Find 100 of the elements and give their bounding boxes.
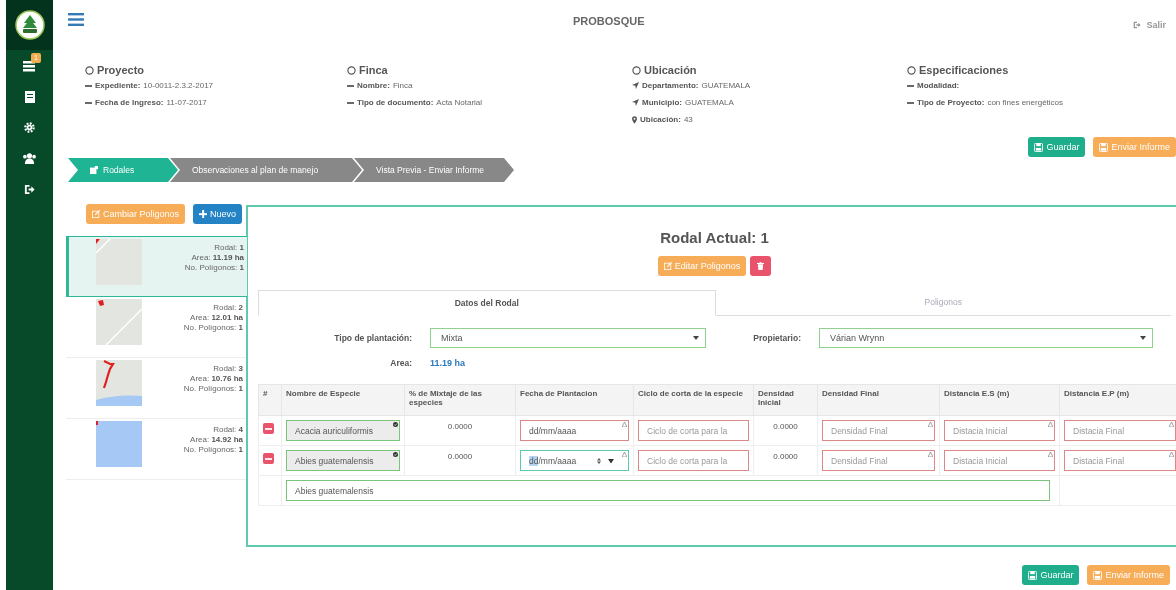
settings-icon[interactable] <box>24 122 35 133</box>
column-header: % de Mixtaje de las especies <box>404 384 516 416</box>
warning-icon <box>622 452 627 457</box>
tab[interactable]: Datos del Rodal <box>258 290 716 316</box>
circle-icon <box>907 65 916 75</box>
rodal-list-item[interactable]: Rodal: 3 Area: 10.76 ha No. Polígonos: 1 <box>66 358 246 419</box>
rodal-area: Area: 10.76 ha <box>190 374 243 384</box>
circle-icon <box>347 65 356 75</box>
warning-icon <box>1169 422 1174 427</box>
table-cell: 0.0000 <box>404 445 516 476</box>
menu-icon[interactable] <box>68 12 84 26</box>
change-polygons-button[interactable]: Cambiar Poligonos <box>86 204 186 224</box>
wizard-step[interactable]: Rodales <box>68 158 178 182</box>
wizard-step[interactable]: Observaciones al plan de manejo <box>170 158 362 182</box>
users-icon[interactable] <box>22 153 37 164</box>
final-density-field[interactable]: Densidad Final <box>822 420 935 441</box>
save-button[interactable]: Guardar <box>1028 137 1086 157</box>
cutting-cycle-field[interactable]: Ciclo de corta para la <box>638 450 749 471</box>
rodal-number: Rodal: 3 <box>213 364 243 374</box>
dash-icon <box>907 101 914 104</box>
rodal-area: Area: 12.01 ha <box>190 313 243 323</box>
field-value: GUATEMALA <box>685 98 734 107</box>
date-field[interactable]: dd/mm/aaaa <box>520 450 629 471</box>
map-thumbnail <box>96 421 142 467</box>
rodal-polygon-count: No. Polígonos: 1 <box>183 445 243 455</box>
field-label: Tipo de plantación: <box>333 333 413 343</box>
field-value: 43 <box>683 115 693 124</box>
distance-es-field[interactable]: Distacia Inicial <box>944 420 1055 441</box>
warning-icon <box>1169 452 1174 457</box>
column-header: Densidad Inicial <box>753 384 818 416</box>
rodal-title: Rodal Actual: 1 <box>659 229 770 246</box>
section-title: Ubicación <box>644 64 697 76</box>
distance-ep-field[interactable]: Distacia Final <box>1064 420 1176 441</box>
rodal-list-item[interactable]: Rodal: 4 Area: 14.92 ha No. Polígonos: 1 <box>66 419 246 480</box>
caret-icon <box>693 336 699 340</box>
field-value: GUATEMALA <box>701 81 751 90</box>
owner-select[interactable]: Várian Wrynn <box>819 328 1153 348</box>
distance-es-field[interactable]: Distacia Inicial <box>944 450 1055 471</box>
field-label: Ubicación: <box>640 115 681 124</box>
rodal-area: Area: 11.19 ha <box>191 253 244 263</box>
rodal-polygon-count: No. Polígonos: 1 <box>183 384 243 394</box>
field-label: Tipo de documento: <box>357 98 434 107</box>
species-search-field[interactable]: Abies guatemalensis <box>286 480 1050 501</box>
remove-row-button[interactable] <box>263 423 274 434</box>
new-button[interactable]: Nuevo <box>193 204 243 224</box>
field-value: con fines energéticos <box>987 98 1064 107</box>
minus-icon <box>265 427 272 430</box>
circle-icon <box>632 65 641 75</box>
column-header: Densidad Final <box>817 384 940 416</box>
map-thumbnail <box>96 299 142 345</box>
field-value: Acta Notarial <box>436 98 483 107</box>
table-cell: 0.0000 <box>753 445 818 476</box>
section-title: Finca <box>359 64 388 76</box>
species-field[interactable]: Abies guatemalensis <box>286 450 400 471</box>
table-cell: 0.0000 <box>753 415 818 446</box>
field-label: Modalidad: <box>917 81 960 90</box>
sign-out-icon[interactable] <box>24 184 35 195</box>
date-field[interactable]: dd/mm/aaaa <box>520 420 629 441</box>
area-value: 11.19 ha <box>430 358 466 368</box>
field-label: Municipio: <box>642 98 682 107</box>
dash-icon <box>347 101 354 104</box>
remove-row-button[interactable] <box>263 453 274 464</box>
send-report-button[interactable]: Enviar Informe <box>1093 137 1176 157</box>
distance-ep-field[interactable]: Distacia Final <box>1064 450 1176 471</box>
dash-icon <box>85 84 92 87</box>
check-circle-icon <box>393 422 398 427</box>
document-icon[interactable] <box>24 90 35 103</box>
field-label: Nombre: <box>357 81 390 90</box>
dash-icon <box>347 84 354 87</box>
tab[interactable]: Poligonos <box>715 290 1171 314</box>
list-icon[interactable] <box>22 59 37 72</box>
edit-polygons-button[interactable]: Editar Poligonos <box>657 256 747 276</box>
app-title: PROBOSQUE <box>572 15 646 27</box>
logout-link[interactable]: Salir <box>1133 20 1166 30</box>
edit-icon <box>92 210 100 218</box>
field-value: 11-07-2017 <box>166 98 207 107</box>
rodal-list-item[interactable]: Rodal: 1 Area: 11.19 ha No. Polígonos: 1 <box>66 236 247 297</box>
field-value: 10-0011-2.3.2-2017 <box>143 81 214 90</box>
dash-icon <box>907 84 914 87</box>
cutting-cycle-field[interactable]: Ciclo de corta para la <box>638 420 749 441</box>
map-thumbnail <box>96 239 142 285</box>
warning-icon <box>1048 452 1053 457</box>
plantation-type-select[interactable]: Mixta <box>430 328 706 348</box>
send-report-button[interactable]: Enviar Informe <box>1087 565 1170 585</box>
final-density-field[interactable]: Densidad Final <box>822 450 935 471</box>
column-header: Fecha de Plantacion <box>515 384 634 416</box>
rodal-list-item[interactable]: Rodal: 2 Area: 12.01 ha No. Polígonos: 1 <box>66 297 246 358</box>
warning-icon <box>928 422 933 427</box>
species-field[interactable]: Acacia auriculiformis <box>286 420 400 441</box>
save-button[interactable]: Guardar <box>1022 565 1080 585</box>
map-pin-icon <box>632 115 637 124</box>
spinner-dropdown-icon[interactable] <box>596 456 616 465</box>
delete-button[interactable] <box>750 256 772 276</box>
wizard-step[interactable]: Vista Previa - Enviar Informe <box>354 158 514 182</box>
field-label: Tipo de Proyecto: <box>917 98 985 107</box>
field-label: Departamento: <box>642 81 699 90</box>
field-label: Fecha de Ingreso: <box>95 98 164 107</box>
map-thumbnail <box>96 360 142 406</box>
rodal-polygon-count: No. Polígonos: 1 <box>183 323 243 333</box>
field-label: Area: <box>389 358 413 368</box>
